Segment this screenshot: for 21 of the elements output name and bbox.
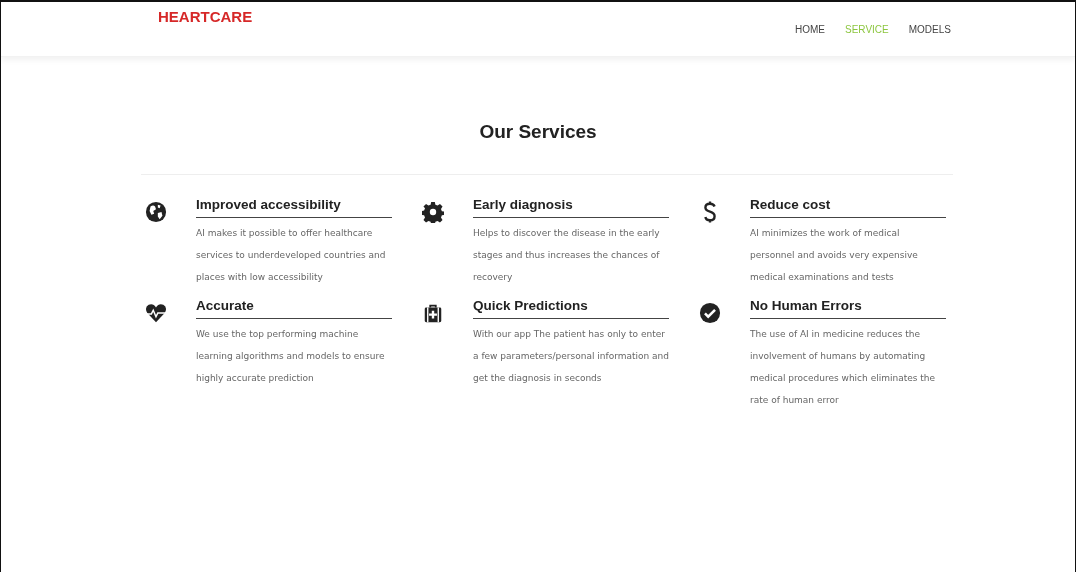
service-title: Early diagnosis (473, 197, 669, 218)
service-title: Accurate (196, 298, 392, 319)
section-heading: Our Services (478, 121, 598, 143)
heartbeat-icon (145, 302, 167, 324)
service-description: We use the top performing machine learning algorithms and models to ensure highly accurate prediction (196, 328, 386, 385)
service-description: With our app The patient has only to enter a few parameters/personal information and get the diagnosis in seconds (473, 328, 669, 385)
service-description: AI makes it possible to offer healthcare services to underdeveloped countries and places with low accessibility (196, 227, 387, 284)
nav-link[interactable]: HOME (795, 24, 826, 35)
nav-link[interactable]: MODELS (908, 24, 951, 35)
service-title: Quick Predictions (473, 298, 669, 319)
gear-icon (422, 201, 444, 223)
globe-icon (145, 201, 167, 223)
service-description: Helps to discover the disease in the early stages and thus increases the chances of recovery (473, 227, 661, 284)
brand-logo[interactable]: HEARTCARE (158, 8, 253, 25)
medkit-icon (422, 302, 444, 324)
service-title: Improved accessibility (196, 197, 392, 218)
service-title: No Human Errors (750, 298, 946, 319)
service-description: AI minimizes the work of medical personnel and avoids very expensive medical examinations and tests (750, 227, 919, 284)
service-title: Reduce cost (750, 197, 946, 218)
check-circle-icon (699, 302, 721, 324)
service-description: The use of AI in medicine reduces the involvement of humans by automating medical procedures which eliminates the rate of human error (750, 328, 937, 407)
